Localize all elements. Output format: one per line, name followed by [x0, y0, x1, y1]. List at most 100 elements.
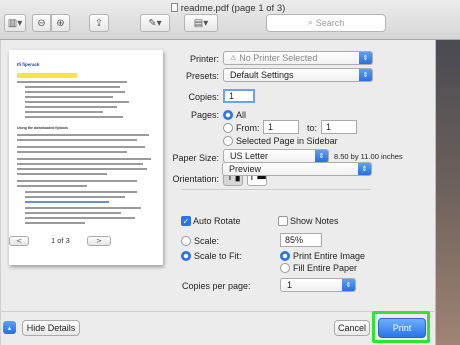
- preview-text-line: [25, 86, 120, 88]
- preview-text-line: [17, 151, 127, 153]
- page-counter: 1 of 3: [51, 236, 70, 245]
- preview-text-line: [17, 163, 143, 165]
- copies-per-page-value: 1: [287, 280, 293, 290]
- hide-details-button[interactable]: Hide Details: [22, 320, 80, 336]
- preview-text-line: [25, 222, 85, 224]
- preview-text-line: [17, 81, 127, 83]
- pages-from-label: From:: [236, 123, 260, 133]
- footer-divider: [0, 311, 436, 312]
- search-placeholder: Search: [315, 18, 345, 28]
- pages-to-label: to:: [307, 123, 318, 133]
- page-preview: Ifi fiperack Using the downloaded fiptoo…: [9, 50, 163, 265]
- pages-from-value: 1: [268, 122, 274, 132]
- auto-rotate-label: Auto Rotate: [193, 216, 241, 226]
- pages-label: Pages:: [190, 110, 219, 120]
- pages-all-radio[interactable]: [223, 110, 233, 120]
- share-icon: ⇪: [94, 17, 104, 29]
- annotate-button[interactable]: ▤▾: [184, 14, 218, 32]
- sidebar-view-button[interactable]: ▥▾: [4, 14, 26, 32]
- presets-popup[interactable]: Default Settings ⇕: [223, 68, 373, 82]
- preview-text-line: [17, 134, 149, 136]
- printer-popup[interactable]: ⚠ No Printer Selected ⇕: [223, 51, 373, 65]
- preview-text-line: [25, 101, 129, 103]
- printer-value: No Printer Selected: [239, 53, 318, 63]
- fill-entire-paper-radio[interactable]: [280, 263, 290, 273]
- popup-arrow-icon: ⇕: [342, 279, 355, 291]
- pages-range-radio[interactable]: [223, 123, 233, 133]
- search-field[interactable]: ⌕ Search: [266, 14, 386, 32]
- print-entire-image-label: Print Entire Image: [293, 251, 366, 261]
- preview-subheading: Using the downloaded fiptools: [17, 126, 68, 130]
- preview-text-line: [25, 91, 125, 93]
- zoom-in-button[interactable]: ⊕: [51, 14, 70, 32]
- next-page-label: >: [96, 237, 102, 245]
- copies-per-page-popup[interactable]: 1 ⇕: [280, 278, 356, 292]
- show-notes-checkbox[interactable]: [278, 216, 288, 226]
- preview-text-line: [25, 212, 121, 214]
- print-dialog: Ifi fiperack Using the downloaded fiptoo…: [0, 40, 436, 345]
- preview-text-line: [17, 180, 137, 182]
- window-toolbar: readme.pdf (page 1 of 3) ▥▾ ⊖ ⊕ ⇪ ✎▾ ▤▾ …: [0, 0, 460, 40]
- auto-rotate-checkbox[interactable]: ✓: [181, 216, 191, 226]
- preview-text-line: [17, 146, 145, 148]
- zoom-out-button[interactable]: ⊖: [32, 14, 51, 32]
- print-section-popup[interactable]: Preview ⇕: [222, 162, 372, 176]
- preview-text-line: [25, 96, 113, 98]
- copies-field[interactable]: 1: [223, 89, 255, 103]
- window-title: readme.pdf (page 1 of 3): [138, 3, 318, 14]
- pages-selected-radio[interactable]: [223, 136, 233, 146]
- print-entire-image-radio[interactable]: [280, 251, 290, 261]
- pages-to-value: 1: [326, 122, 332, 132]
- copies-per-page-label: Copies per page:: [182, 281, 251, 291]
- warning-icon: ⚠: [230, 54, 237, 62]
- fill-entire-paper-label: Fill Entire Paper: [293, 263, 358, 273]
- popup-arrow-icon: ⇕: [358, 163, 371, 175]
- divider: [181, 189, 371, 190]
- scale-to-fit-radio[interactable]: [181, 251, 191, 261]
- presets-value: Default Settings: [230, 70, 294, 80]
- sidebar-icon: ▥▾: [7, 17, 23, 29]
- paper-dimensions: 8.50 by 11.00 inches: [334, 152, 403, 161]
- search-icon: ⌕: [307, 18, 313, 28]
- preview-text-line: [17, 139, 137, 141]
- toolbox-icon: ▤▾: [193, 17, 209, 29]
- pages-from-field[interactable]: 1: [263, 120, 299, 134]
- pages-selected-label: Selected Page in Sidebar: [236, 136, 338, 146]
- preview-text-line: [25, 116, 123, 118]
- paper-size-label: Paper Size:: [172, 153, 219, 163]
- popup-arrow-icon: ⇕: [315, 150, 328, 162]
- preview-text-line: [25, 196, 125, 198]
- scale-field[interactable]: 85%: [280, 233, 322, 247]
- paper-size-popup[interactable]: US Letter ⇕: [223, 149, 329, 163]
- pages-to-field[interactable]: 1: [321, 120, 357, 134]
- checkmark-icon: ✓: [182, 216, 190, 226]
- preview-text-line: [17, 173, 107, 175]
- print-button-highlight: [372, 311, 430, 343]
- markup-button[interactable]: ✎▾: [140, 14, 170, 32]
- preview-text-line: [25, 191, 137, 193]
- orientation-label: Orientation:: [172, 174, 219, 184]
- show-notes-label: Show Notes: [290, 216, 339, 226]
- cancel-button[interactable]: Cancel: [334, 320, 370, 336]
- scale-to-fit-label: Scale to Fit:: [194, 251, 242, 261]
- printer-label: Printer:: [189, 54, 219, 64]
- preview-heading: Ifi fiperack: [17, 62, 40, 67]
- popup-arrow-icon: ⇕: [359, 52, 372, 64]
- previous-page-button[interactable]: <: [9, 236, 29, 246]
- preview-highlight: [17, 73, 77, 78]
- scale-value: 85%: [285, 235, 304, 245]
- preview-text-line: [25, 111, 103, 113]
- presets-label: Presets:: [185, 71, 219, 81]
- hide-details-label: Hide Details: [26, 323, 76, 333]
- share-button[interactable]: ⇪: [89, 14, 109, 32]
- preview-text-line: [17, 158, 151, 160]
- next-page-button[interactable]: >: [87, 236, 111, 246]
- preview-text-line: [25, 106, 117, 108]
- cancel-label: Cancel: [337, 323, 366, 333]
- preview-text-line: [25, 217, 135, 219]
- preview-text-line: [17, 168, 147, 170]
- chevron-up-icon: ▴: [7, 323, 12, 332]
- hide-details-disclosure[interactable]: ▴: [3, 321, 16, 334]
- scale-radio[interactable]: [181, 236, 191, 246]
- zoom-out-icon: ⊖: [37, 17, 46, 29]
